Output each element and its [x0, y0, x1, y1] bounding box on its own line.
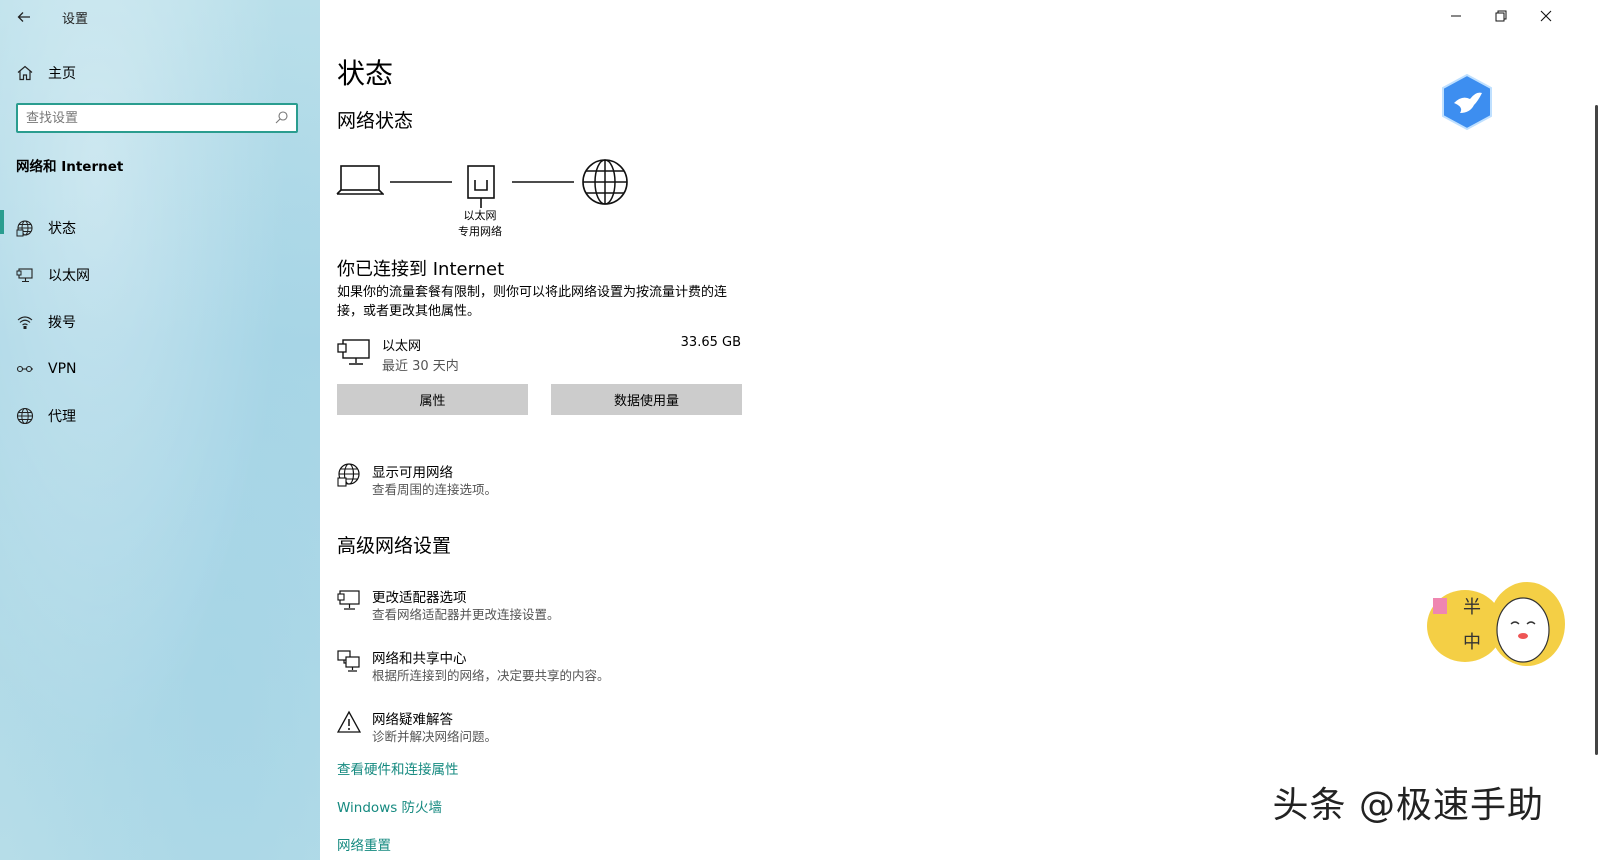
status-icon: [16, 219, 33, 236]
settings-window: 设置 主页 网络和 Internet: [0, 0, 1600, 860]
scrollbar[interactable]: [1595, 105, 1598, 755]
sidebar-item-ethernet[interactable]: 以太网: [0, 251, 320, 298]
data-usage-button[interactable]: 数据使用量: [551, 384, 742, 415]
close-icon: [1540, 10, 1552, 22]
ethernet-name: 以太网: [382, 339, 422, 354]
search-input[interactable]: [18, 109, 268, 127]
back-arrow-icon: [17, 12, 30, 22]
sidebar-item-label: 主页: [48, 66, 76, 82]
sidebar-item-label: VPN: [48, 360, 77, 377]
back-button[interactable]: [10, 4, 38, 30]
ethernet-usage-row: 以太网 最近 30 天内 33.65 GB: [337, 335, 741, 375]
network-reset-link[interactable]: 网络重置: [337, 834, 391, 854]
restore-button[interactable]: [1478, 0, 1524, 32]
main-content: 状态 网络状态 以太网 专用网络 你已连接到 Internet 如果你的流量套餐…: [320, 0, 1600, 860]
sharing-center-title: 网络和共享中心: [372, 651, 467, 667]
diagram-adapter-name: 以太网: [463, 209, 497, 222]
app-title: 设置: [62, 12, 89, 27]
adapter-options-desc: 查看网络适配器并更改连接设置。: [372, 607, 560, 622]
laptop-icon: [336, 165, 384, 195]
sidebar-item-home[interactable]: 主页: [0, 58, 320, 88]
home-icon: [17, 65, 33, 81]
ethernet-icon: [337, 339, 370, 365]
sidebar-item-status[interactable]: 状态: [0, 204, 320, 251]
show-networks-title: 显示可用网络: [372, 465, 453, 481]
troubleshooter-title: 网络疑难解答: [372, 712, 453, 728]
ethernet-port-icon: [467, 165, 495, 208]
network-sharing-center[interactable]: 网络和共享中心 根据所连接到的网络，决定要共享的内容。: [337, 647, 837, 687]
change-adapter-options[interactable]: 更改适配器选项 查看网络适配器并更改连接设置。: [337, 586, 837, 626]
minimize-icon: [1451, 15, 1461, 17]
connected-description: 如果你的流量套餐有限制，则你可以将此网络设置为按流量计费的连接，或者更改其他属性…: [337, 285, 728, 319]
page-title: 状态: [337, 57, 394, 90]
network-troubleshooter[interactable]: 网络疑难解答 诊断并解决网络问题。: [337, 708, 837, 748]
hardware-properties-link[interactable]: 查看硬件和连接属性: [337, 758, 459, 778]
ethernet-data-usage: 33.65 GB: [680, 335, 741, 350]
adapter-icon: [337, 590, 360, 610]
warning-icon: [337, 710, 361, 733]
globe-network-icon: [337, 463, 360, 487]
sidebar-item-label: 状态: [48, 220, 76, 237]
advanced-settings-heading: 高级网络设置: [337, 535, 452, 557]
vpn-icon: [16, 365, 33, 372]
sidebar-item-label: 代理: [48, 408, 76, 425]
sidebar-item-vpn[interactable]: VPN: [0, 345, 320, 392]
sidebar-item-label: 拨号: [48, 314, 76, 331]
sidebar: 设置 主页 网络和 Internet: [0, 0, 320, 860]
bird-badge-icon: [1442, 73, 1492, 131]
diagram-network-type: 专用网络: [458, 225, 502, 238]
adapter-options-title: 更改适配器选项: [372, 590, 467, 606]
sidebar-section-title: 网络和 Internet: [16, 159, 124, 175]
sticker-text-2: 中: [1463, 632, 1481, 653]
watermark: 头条 @极速手助: [1272, 785, 1544, 826]
show-networks-desc: 查看周围的连接选项。: [372, 482, 498, 497]
minimize-button[interactable]: [1433, 0, 1479, 32]
search-icon[interactable]: [275, 111, 288, 124]
close-button[interactable]: [1523, 0, 1569, 32]
network-diagram: 以太网 专用网络: [336, 158, 656, 248]
sidebar-item-label: 以太网: [48, 267, 90, 284]
globe-icon: [582, 159, 628, 205]
network-status-heading: 网络状态: [337, 110, 414, 132]
search-box[interactable]: [16, 103, 298, 133]
active-indicator: [0, 210, 4, 234]
proxy-icon: [16, 407, 34, 424]
show-available-networks[interactable]: 显示可用网络 查看周围的连接选项。: [337, 461, 837, 501]
sharing-center-desc: 根据所连接到的网络，决定要共享的内容。: [372, 668, 610, 683]
connection-line: [512, 181, 574, 183]
sticker-text-1: 半: [1463, 597, 1481, 618]
troubleshooter-desc: 诊断并解决网络问题。: [372, 729, 498, 744]
connection-line: [390, 181, 452, 183]
sidebar-nav: 状态 以太网 拨号 VPN 代理: [0, 204, 320, 439]
properties-button[interactable]: 属性: [337, 384, 528, 415]
sharing-center-icon: [337, 650, 360, 672]
sticker-illustration: 半 中: [1427, 582, 1565, 666]
dialup-icon: [17, 315, 33, 329]
ethernet-icon: [16, 267, 33, 282]
windows-firewall-link[interactable]: Windows 防火墙: [337, 796, 442, 816]
sidebar-item-proxy[interactable]: 代理: [0, 392, 320, 439]
connected-heading: 你已连接到 Internet: [337, 259, 505, 280]
restore-icon: [1495, 10, 1507, 22]
sidebar-item-dialup[interactable]: 拨号: [0, 298, 320, 345]
ethernet-period: 最近 30 天内: [382, 359, 459, 374]
